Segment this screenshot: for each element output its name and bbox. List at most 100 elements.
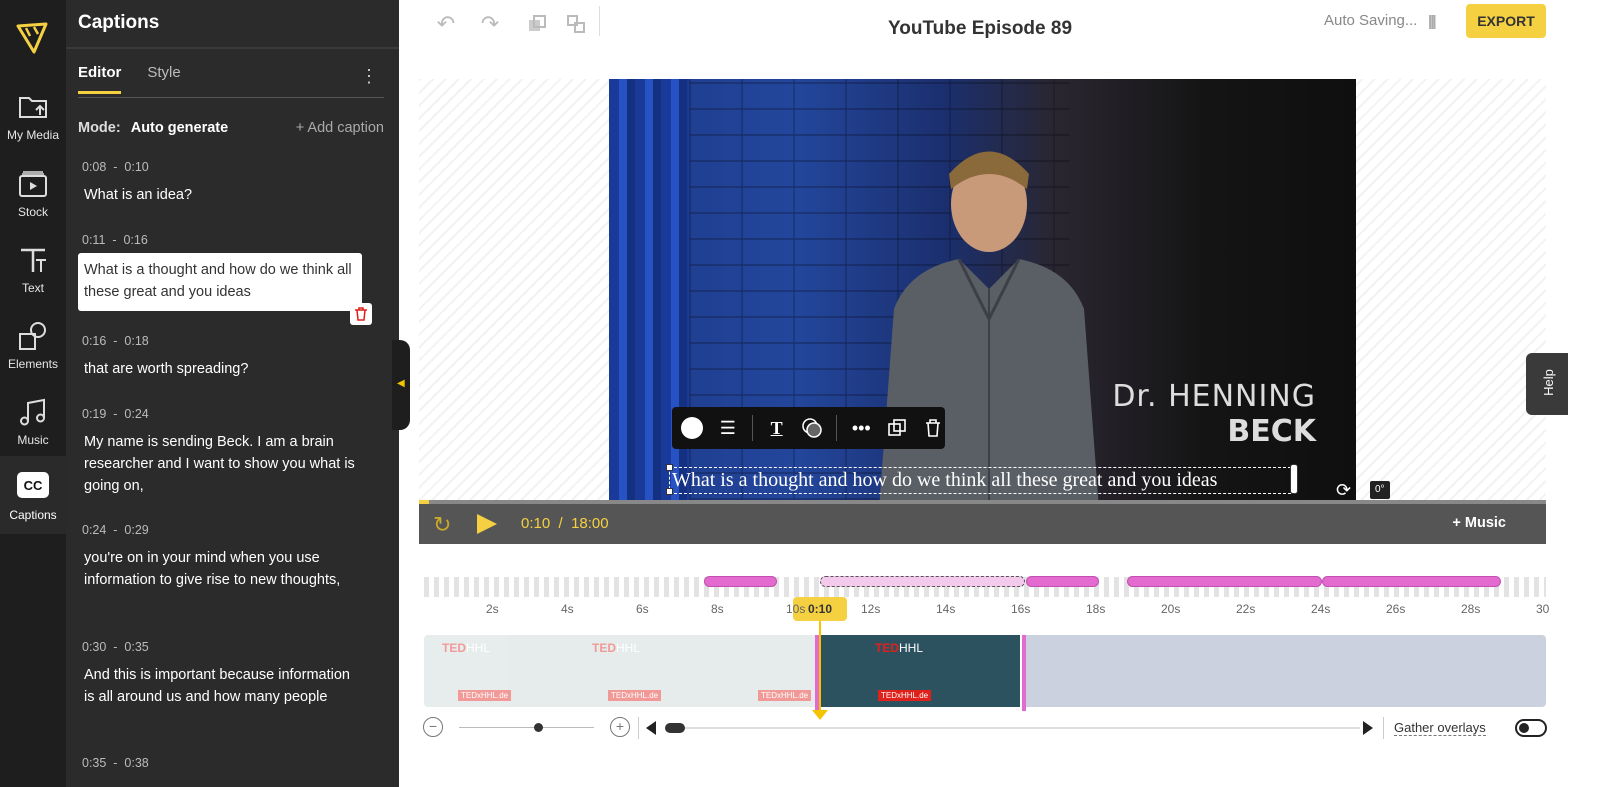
zoom-out-icon[interactable]: −: [423, 717, 443, 737]
help-label: Help: [1540, 369, 1556, 396]
filmstrip-frame-selected: TEDHHL TEDxHHL.de: [820, 635, 1020, 707]
add-caption-button[interactable]: + Add caption: [296, 120, 384, 136]
lower-third-line2: BECK: [1227, 414, 1316, 449]
caption-item[interactable]: 0:30 - 0:35 And this is important becaus…: [78, 640, 362, 712]
ruler-label: 2s: [486, 602, 499, 616]
zoom-slider[interactable]: [459, 727, 594, 728]
color-picker-button[interactable]: [680, 415, 704, 441]
timeline-scroll-thumb[interactable]: [665, 723, 685, 733]
filmstrip-frame: [1024, 635, 1546, 707]
scroll-right-icon[interactable]: [1363, 721, 1373, 735]
gather-overlays-label[interactable]: Gather overlays: [1394, 720, 1486, 736]
trash-icon: [355, 307, 367, 321]
panel-tabs: Editor Style: [78, 64, 181, 94]
app-logo-icon[interactable]: [14, 20, 50, 56]
undo-icon[interactable]: ↶: [432, 10, 460, 38]
ruler-label: 16s: [1011, 602, 1031, 616]
playhead-line: [819, 621, 821, 717]
rail-item-elements[interactable]: Elements: [0, 309, 66, 387]
left-rail: My Media Stock Text Elements Music CC Ca…: [0, 0, 66, 787]
caption-time: 0:16 - 0:18: [82, 334, 149, 348]
playback-bar: ↻ 0:10 / 18:00 + Music: [419, 504, 1546, 544]
caption-item[interactable]: 0:24 - 0:29 you're on in your mind when …: [78, 523, 362, 595]
rotate-icon[interactable]: ⟳: [1336, 480, 1358, 502]
caption-time: 0:24 - 0:29: [82, 523, 149, 537]
timeline-controls: − + Gather overlays: [419, 715, 1547, 741]
replay-icon[interactable]: ↻: [433, 512, 451, 538]
timeline-scrollbar[interactable]: [665, 727, 1360, 729]
ruler-label: 14s: [936, 602, 956, 616]
duplicate-icon[interactable]: [885, 415, 909, 441]
color-swatch-icon: [680, 417, 703, 439]
resize-handle[interactable]: [666, 464, 673, 471]
caption-clip[interactable]: [1026, 576, 1099, 587]
help-button[interactable]: Help: [1526, 353, 1568, 415]
cc-icon: CC: [17, 472, 49, 498]
video-filmstrip[interactable]: TEDHHL TEDxHHL.de TEDHHL TEDxHHL.de TEDxHH…: [424, 635, 1546, 707]
caption-time: 0:08 - 0:10: [82, 160, 149, 174]
caption-clip-selected[interactable]: [820, 576, 1025, 587]
rail-item-captions[interactable]: CC Captions: [0, 456, 66, 534]
shapes-icon: [19, 322, 46, 350]
panel-title: Captions: [78, 12, 160, 33]
add-music-button[interactable]: + Music: [1452, 515, 1506, 531]
tabs-underline: [78, 97, 384, 98]
rail-item-stock[interactable]: Stock: [0, 157, 66, 235]
mode-value[interactable]: Auto generate: [131, 120, 229, 136]
caption-text[interactable]: And this is important because informatio…: [78, 660, 362, 712]
caption-item[interactable]: 0:16 - 0:18 that are worth spreading?: [78, 334, 362, 384]
resize-handle[interactable]: [1290, 464, 1298, 494]
align-center-icon[interactable]: ☰: [716, 415, 740, 441]
project-title[interactable]: YouTube Episode 89: [820, 18, 1140, 40]
bring-forward-icon[interactable]: [523, 10, 551, 38]
opacity-icon[interactable]: [801, 415, 825, 441]
tab-editor[interactable]: Editor: [78, 64, 122, 94]
caption-text[interactable]: that are worth spreading?: [78, 354, 362, 384]
filmstrip-frame: TEDHHL TEDxHHL.de: [574, 635, 724, 707]
play-icon[interactable]: [477, 514, 497, 534]
caption-time: 0:11 - 0:16: [82, 233, 148, 247]
caption-text[interactable]: you're on in your mind when you use info…: [78, 543, 362, 595]
caption-item[interactable]: 0:19 - 0:24 My name is sending Beck. I a…: [78, 407, 362, 501]
redo-icon[interactable]: ↷: [476, 10, 504, 38]
ruler-label: 8s: [711, 602, 724, 616]
ruler-label: 10s: [786, 602, 806, 616]
export-button[interactable]: EXPORT: [1466, 4, 1546, 38]
ruler-label: 20s: [1161, 602, 1181, 616]
clip-trim-handle-right[interactable]: [1022, 635, 1026, 711]
more-options-icon[interactable]: ⋮: [360, 66, 378, 87]
gather-overlays-toggle[interactable]: [1515, 719, 1547, 737]
trash-icon[interactable]: [921, 415, 945, 441]
text-style-icon[interactable]: T: [765, 415, 789, 441]
rail-item-music[interactable]: Music: [0, 385, 66, 463]
caption-item[interactable]: 0:35 - 0:38: [78, 756, 362, 770]
caption-clip[interactable]: [1322, 576, 1501, 587]
send-backward-icon[interactable]: [562, 10, 590, 38]
caption-item[interactable]: 0:08 - 0:10 What is an idea?: [78, 160, 362, 210]
delete-caption-button[interactable]: [350, 303, 372, 325]
ruler-label: 22s: [1236, 602, 1256, 616]
zoom-slider-handle[interactable]: [534, 723, 543, 732]
caption-overlay-text[interactable]: What is a thought and how do we think al…: [669, 467, 1296, 494]
lower-third-line1: Dr. HENNING: [1112, 379, 1316, 414]
text-format-toolbar: ☰ T •••: [672, 407, 945, 449]
tab-style[interactable]: Style: [147, 64, 180, 94]
caption-text[interactable]: What is an idea?: [78, 180, 362, 210]
caption-clip[interactable]: [704, 576, 777, 587]
caption-text-editor[interactable]: What is a thought and how do we think al…: [78, 253, 362, 311]
scroll-left-icon[interactable]: [646, 721, 656, 735]
caption-time: 0:35 - 0:38: [82, 756, 149, 770]
rail-item-text[interactable]: Text: [0, 233, 66, 311]
rail-label-my-media: My Media: [6, 128, 59, 142]
ted-logo: TEDHHL: [875, 641, 924, 655]
caption-text[interactable]: My name is sending Beck. I am a brain re…: [78, 427, 362, 501]
caption-clip[interactable]: [1127, 576, 1322, 587]
ruler-label: 12s: [861, 602, 881, 616]
more-icon[interactable]: •••: [849, 415, 873, 441]
caption-item-active[interactable]: 0:11 - 0:16 What is a thought and how do…: [78, 233, 372, 325]
zoom-in-icon[interactable]: +: [610, 717, 630, 737]
mode-label: Mode:: [78, 120, 121, 136]
collapse-panel-button[interactable]: ◀: [392, 340, 410, 430]
rail-item-my-media[interactable]: My Media: [0, 80, 66, 158]
resize-handle[interactable]: [666, 488, 673, 495]
